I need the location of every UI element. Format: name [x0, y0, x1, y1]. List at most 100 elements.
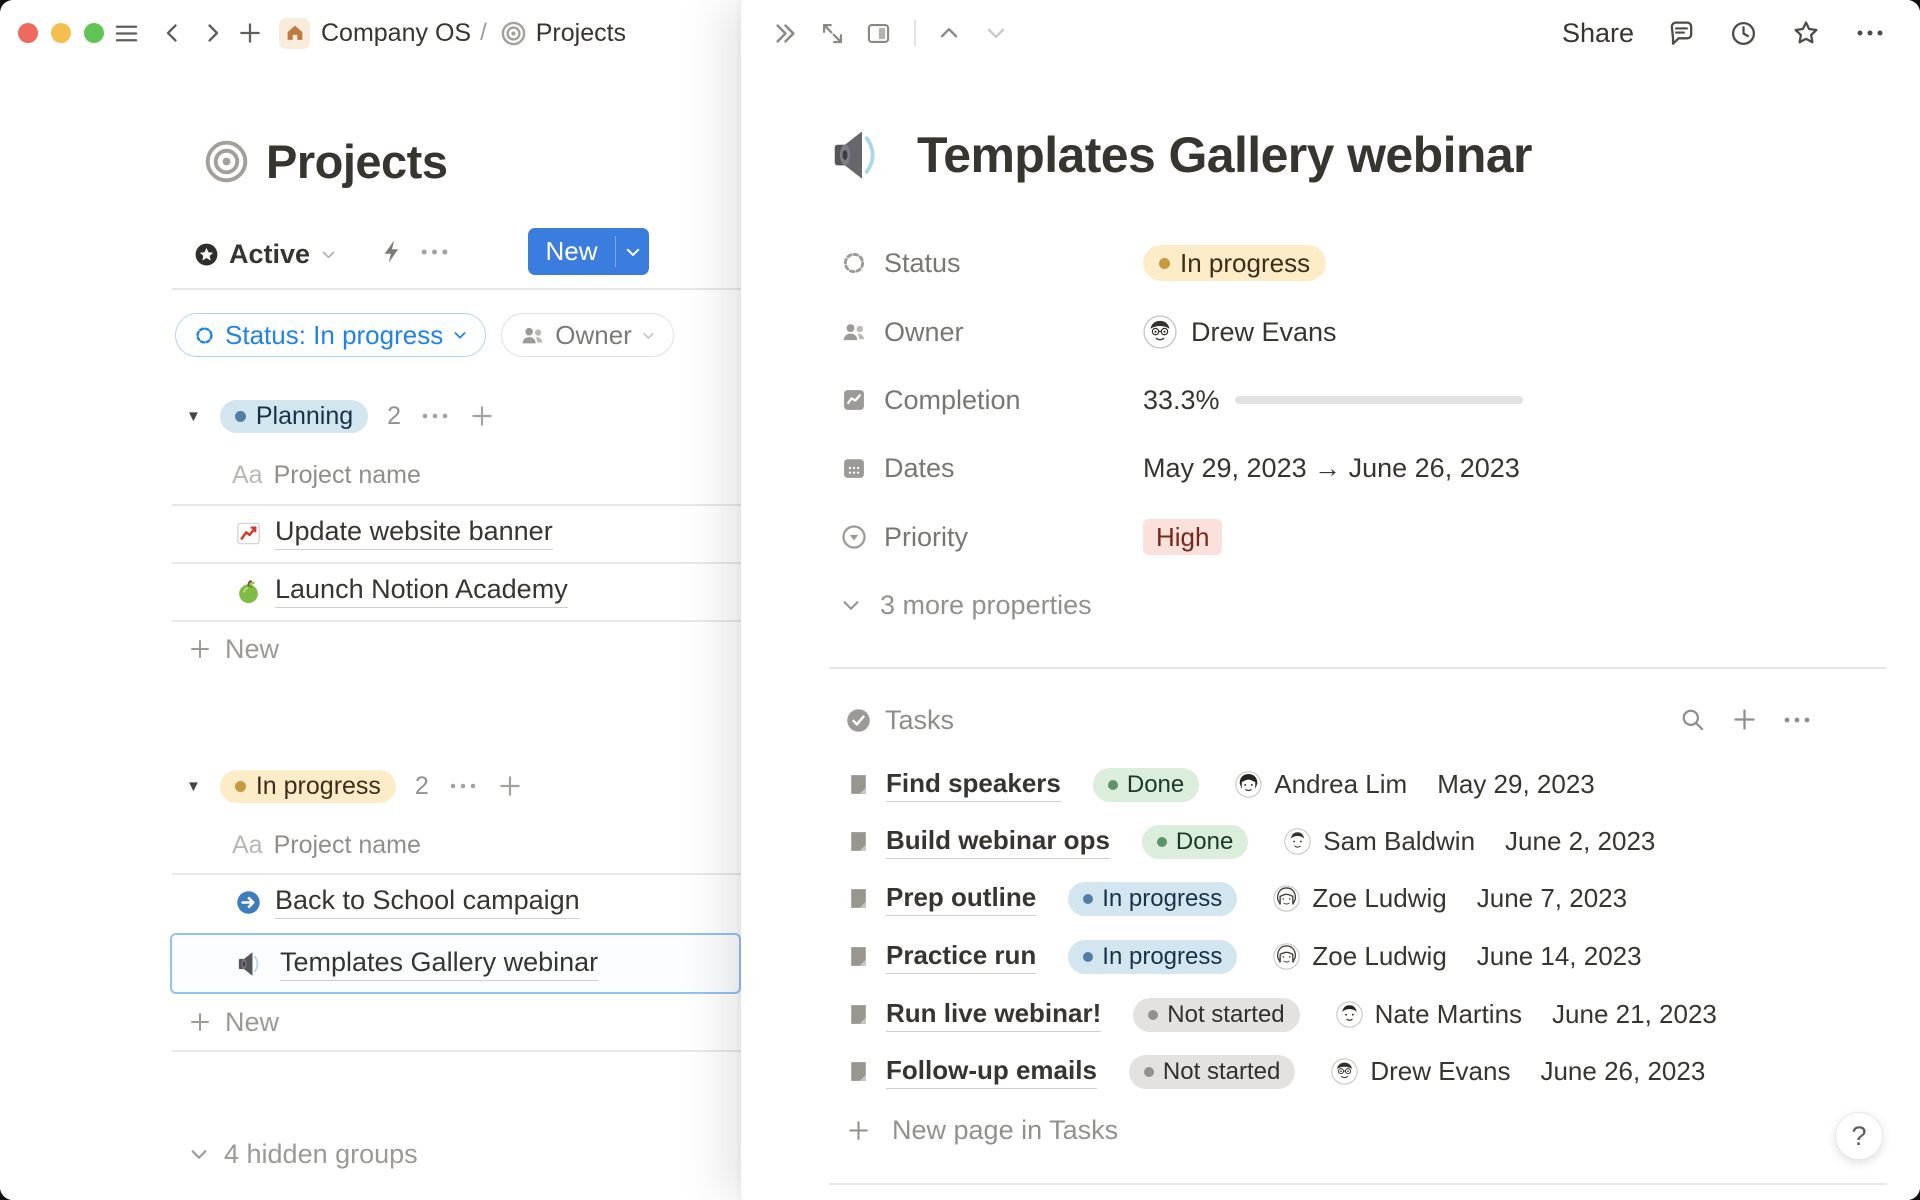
task-status-pill[interactable]: In progress: [1068, 940, 1237, 974]
project-title[interactable]: Launch Notion Academy: [275, 574, 568, 608]
more-options-icon[interactable]: [1854, 26, 1886, 40]
breadcrumb-workspace[interactable]: Company OS: [321, 19, 471, 48]
new-button-label[interactable]: New: [528, 228, 615, 275]
group-add-icon[interactable]: [497, 773, 523, 799]
tasks-section-header: Tasks: [741, 700, 1920, 740]
side-peek-icon[interactable]: [865, 20, 892, 47]
close-peek-icon[interactable]: [771, 19, 800, 48]
collapse-triangle-icon[interactable]: ▼: [186, 778, 201, 795]
hidden-groups-toggle[interactable]: 4 hidden groups: [188, 1138, 418, 1170]
new-page-label: New page in Tasks: [892, 1115, 1118, 1146]
task-status-pill[interactable]: Done: [1142, 825, 1248, 859]
column-header: Aa Project name: [232, 830, 421, 860]
property-row-owner[interactable]: Owner Drew Evans: [741, 312, 1920, 352]
add-row-label: New: [225, 1007, 279, 1038]
add-row-in-progress[interactable]: New: [188, 994, 279, 1050]
group-pill[interactable]: Planning: [220, 400, 368, 433]
home-page-icon[interactable]: [279, 18, 310, 49]
back-icon[interactable]: [161, 21, 185, 45]
sidebar-menu-icon[interactable]: [113, 20, 140, 47]
task-title[interactable]: Follow-up emails: [886, 1055, 1097, 1089]
tasks-database-title[interactable]: Tasks: [845, 700, 954, 740]
task-row[interactable]: Follow-up emails Not started Drew Evans …: [741, 1043, 1920, 1100]
task-row[interactable]: Run live webinar! Not started Nate Marti…: [741, 986, 1920, 1043]
task-date: May 29, 2023: [1437, 769, 1595, 800]
project-row-launch-notion-academy[interactable]: Launch Notion Academy: [235, 562, 568, 620]
group-options-icon[interactable]: [448, 779, 478, 793]
task-row[interactable]: Build webinar ops Done Sam Baldwin June …: [741, 813, 1920, 870]
comments-icon[interactable]: [1667, 19, 1696, 48]
help-button[interactable]: ?: [1835, 1112, 1883, 1160]
task-title[interactable]: Prep outline: [886, 882, 1036, 916]
task-row[interactable]: Find speakers Done Andrea Lim May 29, 20…: [741, 756, 1920, 813]
history-clock-icon[interactable]: [1729, 19, 1758, 48]
project-title[interactable]: Back to School campaign: [275, 885, 580, 919]
breadcrumb-page[interactable]: Projects: [536, 19, 626, 48]
group-count: 2: [415, 772, 429, 801]
filter-chip-status[interactable]: Status: In progress: [175, 313, 486, 357]
automation-bolt-icon[interactable]: [379, 238, 406, 265]
group-count: 2: [387, 402, 401, 431]
view-options-icon[interactable]: [419, 244, 450, 260]
task-status-pill[interactable]: Done: [1093, 768, 1199, 802]
completion-percent: 33.3%: [1143, 385, 1235, 416]
new-project-button[interactable]: New: [528, 228, 649, 275]
project-row-update-website-banner[interactable]: Update website banner: [235, 504, 553, 562]
task-title[interactable]: Build webinar ops: [886, 825, 1110, 859]
forward-icon[interactable]: [200, 21, 224, 45]
traffic-minimize-button[interactable]: [51, 23, 71, 43]
tasks-options-icon[interactable]: [1782, 713, 1812, 727]
expand-page-icon[interactable]: [819, 20, 846, 47]
target-icon: [500, 20, 527, 47]
project-title[interactable]: Templates Gallery webinar: [280, 947, 598, 981]
task-row[interactable]: Practice run In progress Zoe Ludwig June…: [741, 928, 1920, 985]
favorite-star-icon[interactable]: [1791, 18, 1821, 48]
add-row-planning[interactable]: New: [188, 620, 279, 678]
group-add-icon[interactable]: [469, 403, 495, 429]
task-title[interactable]: Practice run: [886, 940, 1036, 974]
task-status-pill[interactable]: Not started: [1133, 998, 1299, 1032]
add-task-icon[interactable]: [1731, 706, 1758, 733]
priority-pill[interactable]: High: [1143, 519, 1222, 555]
task-title[interactable]: Find speakers: [886, 768, 1061, 802]
task-assignee: Zoe Ludwig: [1312, 883, 1446, 914]
peek-page-header: Templates Gallery webinar: [831, 118, 1532, 192]
property-row-completion[interactable]: Completion 33.3%: [741, 380, 1920, 420]
new-tab-plus-icon[interactable]: [237, 20, 263, 46]
chevron-down-icon: [641, 328, 656, 343]
collapse-triangle-icon[interactable]: ▼: [186, 408, 201, 425]
status-spinner-icon: [840, 249, 868, 277]
project-row-back-to-school[interactable]: Back to School campaign: [235, 873, 580, 931]
task-assignee: Sam Baldwin: [1323, 826, 1475, 857]
traffic-close-button[interactable]: [18, 23, 38, 43]
new-page-in-tasks[interactable]: New page in Tasks: [741, 1101, 1920, 1159]
status-pill[interactable]: In progress: [1143, 245, 1326, 281]
peek-page-title[interactable]: Templates Gallery webinar: [917, 126, 1532, 184]
group-options-icon[interactable]: [420, 409, 450, 423]
status-dot: [1083, 894, 1093, 904]
more-properties-toggle[interactable]: 3 more properties: [840, 585, 1092, 625]
traffic-zoom-button[interactable]: [84, 23, 104, 43]
next-page-icon[interactable]: [983, 20, 1009, 46]
project-row-templates-gallery-webinar[interactable]: Templates Gallery webinar: [237, 933, 598, 994]
property-row-status[interactable]: Status In progress: [741, 243, 1920, 283]
view-tab-active[interactable]: Active: [194, 232, 337, 276]
property-row-dates[interactable]: Dates May 29, 2023 → June 26, 2023: [741, 448, 1920, 488]
group-pill[interactable]: In progress: [220, 770, 396, 803]
task-status-pill[interactable]: Not started: [1129, 1055, 1295, 1089]
new-button-dropdown[interactable]: [616, 228, 649, 275]
filter-chip-owner[interactable]: Owner: [501, 313, 674, 357]
property-row-priority[interactable]: Priority High: [741, 517, 1920, 557]
speaker-icon[interactable]: [831, 125, 891, 185]
divider: [172, 1050, 741, 1052]
page-peek-panel: Share Templates Gallery webinar: [741, 0, 1920, 1200]
task-status-pill[interactable]: In progress: [1068, 882, 1237, 916]
project-title[interactable]: Update website banner: [275, 516, 553, 550]
search-icon[interactable]: [1679, 706, 1706, 733]
task-title[interactable]: Run live webinar!: [886, 998, 1101, 1032]
chart-increasing-icon: [235, 520, 262, 547]
previous-page-icon[interactable]: [936, 20, 962, 46]
task-row[interactable]: Prep outline In progress Zoe Ludwig June…: [741, 870, 1920, 927]
share-button[interactable]: Share: [1562, 18, 1634, 49]
arrow-circle-icon: [235, 889, 262, 916]
